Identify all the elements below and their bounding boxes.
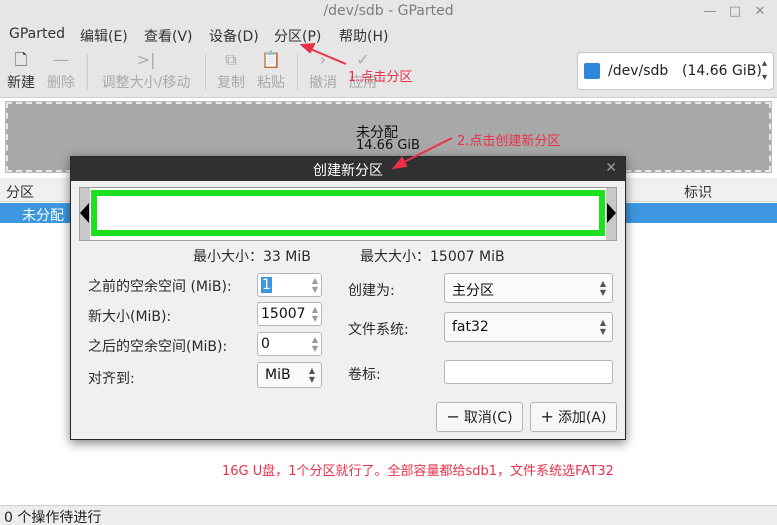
paste-icon: 📋 — [261, 50, 281, 69]
create-as-select[interactable]: 主分区 ▲ ▼ — [444, 273, 613, 303]
undo-button[interactable]: › 撤消 — [307, 50, 339, 92]
maximize-icon[interactable]: □ — [726, 3, 744, 21]
window-title: /dev/sdb - GParted — [323, 3, 454, 19]
device-name: /dev/sdb — [608, 63, 669, 79]
updown-arrow-icon: ▲ ▼ — [308, 366, 315, 384]
menu-help[interactable]: 帮助(H) — [339, 26, 388, 46]
filesystem-label: 文件系统: — [348, 322, 409, 338]
annotation-step1: 1.点击分区 — [348, 70, 413, 85]
dialog-title: 创建新分区 — [313, 163, 383, 179]
menu-gparted[interactable]: GParted — [9, 26, 65, 42]
menu-device[interactable]: 设备(D) — [209, 26, 259, 46]
paste-button[interactable]: 📋 粘贴 — [255, 50, 287, 92]
toolbar-separator — [297, 54, 298, 90]
undo-icon: › — [319, 50, 327, 69]
window-titlebar: /dev/sdb - GParted — □ ✕ — [0, 0, 777, 24]
add-button[interactable]: + 添加(A) — [530, 402, 617, 432]
visual-size: 14.66 GiB — [356, 138, 420, 153]
resizer-partition-box[interactable] — [91, 190, 605, 236]
delete-button[interactable]: — 删除 — [45, 50, 77, 92]
disk-icon — [584, 63, 600, 79]
column-partition[interactable]: 分区 — [6, 182, 34, 202]
free-before-stepper[interactable]: 1 ▲ ▼ — [257, 273, 322, 297]
resize-handle-right-icon[interactable] — [607, 203, 616, 223]
volume-label-field[interactable] — [444, 360, 613, 384]
device-size: (14.66 GiB) — [682, 63, 762, 79]
device-selector[interactable]: /dev/sdb (14.66 GiB) ▴ ▾ — [577, 52, 774, 90]
max-size-label: 最大大小：15007 MiB — [360, 249, 505, 265]
align-select[interactable]: MiB ▲ ▼ — [257, 362, 322, 388]
column-flags[interactable]: 标识 — [684, 182, 712, 202]
row-partition: 未分配 — [22, 208, 64, 224]
align-label: 对齐到: — [88, 371, 135, 387]
free-after-stepper[interactable]: 0 ▲ ▼ — [257, 332, 322, 356]
copy-icon: ⧉ — [225, 50, 237, 69]
menu-bar: GParted 编辑(E) 查看(V) 设备(D) 分区(P) 帮助(H) — [0, 24, 777, 46]
min-size-label: 最小大小：33 MiB — [193, 249, 311, 265]
copy-button[interactable]: ⧉ 复制 — [215, 50, 247, 92]
minimize-icon[interactable]: — — [701, 3, 719, 21]
resize-icon: >| — [136, 50, 156, 69]
menu-partition[interactable]: 分区(P) — [274, 26, 321, 46]
annotation-step2: 2.点击创建新分区 — [457, 134, 561, 149]
free-before-label: 之前的空余空间 (MiB): — [88, 279, 232, 295]
annotation-note: 16G U盘，1个分区就行了。全部容量都给sdb1，文件系统选FAT32 — [222, 464, 614, 479]
updown-arrow-icon: ▲ ▼ — [599, 318, 606, 336]
create-partition-dialog: 创建新分区 ✕ 最小大小：33 MiB 最大大小：15007 MiB 之前的空余… — [70, 156, 626, 440]
minus-icon: − — [446, 407, 460, 426]
delete-icon: — — [53, 50, 69, 69]
stepper-arrows-icon[interactable]: ▲ ▼ — [312, 335, 318, 353]
partition-resizer[interactable] — [79, 187, 617, 241]
stepper-arrows-icon[interactable]: ▲ ▼ — [312, 305, 318, 323]
new-size-label: 新大小(MiB): — [88, 309, 172, 325]
plus-icon: + — [540, 407, 554, 426]
new-size-stepper[interactable]: 15007 ▲ ▼ — [257, 302, 322, 326]
toolbar-separator — [87, 54, 88, 90]
filesystem-select[interactable]: fat32 ▲ ▼ — [444, 312, 613, 342]
volume-label: 卷标: — [348, 367, 381, 383]
create-as-label: 创建为: — [348, 283, 395, 299]
cancel-button[interactable]: − 取消(C) — [436, 402, 523, 432]
menu-edit[interactable]: 编辑(E) — [80, 26, 128, 46]
pending-operations: 0 个操作待进行 — [4, 510, 102, 525]
new-partition-icon: 🗋 — [14, 50, 28, 69]
resize-handle-left-icon[interactable] — [80, 203, 89, 223]
dialog-close-icon[interactable]: ✕ — [605, 160, 617, 176]
updown-arrow-icon: ▲ ▼ — [599, 279, 606, 297]
free-after-label: 之后的空余空间(MiB): — [88, 339, 228, 355]
menu-view[interactable]: 查看(V) — [144, 26, 193, 46]
new-button[interactable]: 🗋 新建 — [6, 50, 36, 92]
close-icon[interactable]: ✕ — [751, 3, 769, 21]
resize-move-button[interactable]: >| 调整大小/移动 — [98, 50, 194, 92]
stepper-arrows-icon[interactable]: ▲ ▼ — [312, 276, 318, 294]
status-bar: 0 个操作待进行 — [0, 505, 777, 525]
updown-arrow-icon: ▴ ▾ — [761, 58, 767, 83]
dialog-titlebar: 创建新分区 ✕ — [71, 157, 625, 181]
toolbar-separator — [205, 54, 206, 90]
